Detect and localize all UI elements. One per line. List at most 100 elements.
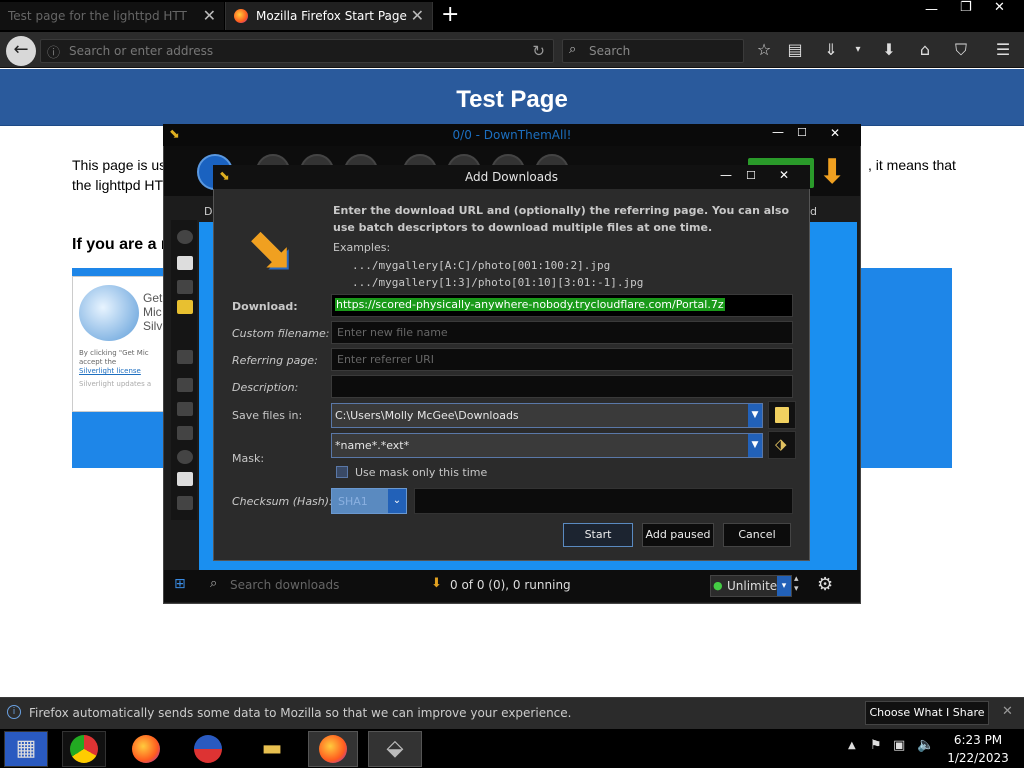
info-icon[interactable]: ⓘ: [47, 42, 60, 61]
check-icon: ●: [713, 579, 723, 592]
referrer-label: Referring page:: [232, 354, 318, 367]
silverlight-prompt[interactable]: Get Mic Silv By clicking "Get Mic accept…: [72, 276, 164, 412]
mask-once-label: Use mask only this time: [355, 466, 488, 479]
speed-limit-select[interactable]: ● Unlimited ▾: [710, 575, 792, 597]
folder-icon: [775, 407, 789, 423]
sidebar-icon[interactable]: [177, 230, 193, 244]
page-paragraph: This page is us: [72, 157, 167, 173]
silverlight-link[interactable]: Silverlight license: [79, 367, 151, 376]
browse-folder-button[interactable]: [768, 401, 796, 429]
close-icon[interactable]: ✕: [1002, 704, 1013, 719]
silverlight-text: Mic: [143, 305, 162, 319]
chevron-down-icon[interactable]: ⌄: [388, 489, 406, 513]
reading-list-icon[interactable]: ▤: [784, 39, 806, 61]
file-explorer-icon[interactable]: ▬: [250, 731, 294, 767]
mask-once-checkbox[interactable]: [336, 466, 348, 478]
choose-what-i-share-button[interactable]: Choose What I Share: [865, 701, 989, 725]
chevron-down-icon[interactable]: ▼: [748, 434, 762, 457]
pocket-icon[interactable]: ⛉: [950, 39, 972, 61]
home-icon[interactable]: ⌂: [914, 39, 936, 61]
download-status-icon: ⬇: [431, 576, 442, 591]
close-icon[interactable]: ✕: [779, 168, 789, 182]
sidebar-icon[interactable]: [177, 450, 193, 464]
volume-icon[interactable]: 🔈: [917, 737, 934, 753]
examples-label: Examples:: [333, 241, 391, 254]
windows-start-icon[interactable]: ▦: [4, 731, 48, 767]
referrer-field[interactable]: Enter referrer URI: [331, 348, 793, 371]
close-tab-icon[interactable]: ✕: [203, 6, 216, 25]
page-title: Test Page: [456, 86, 568, 113]
download-icon[interactable]: ⬇: [878, 39, 900, 61]
folder-icon[interactable]: [177, 300, 193, 314]
mask-tags-button[interactable]: ⬗: [768, 431, 796, 459]
sidebar-icon[interactable]: [177, 256, 193, 270]
network-icon[interactable]: ▣: [893, 738, 905, 753]
sidebar-icon[interactable]: [177, 280, 193, 294]
add-paused-button[interactable]: Add paused: [642, 523, 714, 547]
start-button[interactable]: Start: [563, 523, 633, 547]
sidebar-icon[interactable]: [177, 378, 193, 392]
save-path-value: C:\Users\Molly McGee\Downloads: [335, 409, 519, 422]
back-button[interactable]: ←: [6, 36, 36, 66]
checksum-field[interactable]: [414, 488, 793, 514]
obama-logo-icon[interactable]: [186, 731, 230, 767]
sidebar-icon[interactable]: [177, 426, 193, 440]
dta-download-arrow-icon[interactable]: ⬇: [818, 152, 847, 192]
flag-icon[interactable]: ⚑: [870, 738, 882, 753]
minimize-icon[interactable]: —: [925, 2, 938, 17]
notification-text: Firefox automatically sends some data to…: [29, 706, 572, 720]
download-url-field[interactable]: https://scored-physically-anywhere-nobod…: [331, 294, 793, 317]
close-window-icon[interactable]: ✕: [994, 0, 1005, 15]
page-paragraph: , it means that: [868, 157, 956, 173]
stepper-icon[interactable]: ▴ ▾: [794, 574, 799, 594]
dta-search-input[interactable]: Search downloads: [230, 578, 339, 592]
menu-icon[interactable]: ☰: [992, 39, 1014, 61]
clock-time[interactable]: 6:23 PM: [950, 733, 1006, 747]
tab-firefox-start[interactable]: Mozilla Firefox Start Page ✕: [225, 2, 433, 30]
minimize-icon[interactable]: —: [772, 125, 784, 139]
chevron-down-icon[interactable]: ▼: [748, 404, 762, 427]
clock-date[interactable]: 1/22/2023: [944, 751, 1012, 765]
search-bar[interactable]: ⌕ Search: [562, 39, 744, 63]
tab-test-page[interactable]: Test page for the lighttpd HTT ✕: [0, 2, 224, 30]
dta-titlebar: ⬊ 0/0 - DownThemAll! — ☐ ✕: [163, 124, 861, 146]
sidebar-icon[interactable]: [177, 402, 193, 416]
close-icon[interactable]: ✕: [830, 126, 840, 140]
reload-icon[interactable]: ↻: [532, 42, 545, 60]
address-input[interactable]: Search or enter address: [69, 44, 213, 58]
column-header[interactable]: d: [810, 205, 817, 218]
tray-chevron-icon[interactable]: ▲: [848, 740, 856, 751]
chevron-down-icon[interactable]: ▾: [777, 576, 791, 596]
firefox-icon[interactable]: [124, 731, 168, 767]
network-icon[interactable]: ⊞: [174, 576, 186, 592]
sidebar-icon[interactable]: [177, 350, 193, 364]
chrome-icon[interactable]: [62, 731, 106, 767]
downthemall-icon[interactable]: ⇓: [820, 39, 842, 61]
hash-type-select[interactable]: SHA1 ⌄: [331, 488, 407, 514]
column-header[interactable]: D: [204, 205, 212, 218]
cancel-button[interactable]: Cancel: [723, 523, 791, 547]
mask-value: *name*.*ext*: [335, 439, 410, 452]
sidebar-icon[interactable]: [177, 496, 193, 510]
description-field[interactable]: [331, 375, 793, 398]
maximize-icon[interactable]: ☐: [797, 126, 807, 139]
search-input[interactable]: Search: [589, 44, 630, 58]
save-path-select[interactable]: C:\Users\Molly McGee\Downloads ▼: [331, 403, 763, 428]
maximize-icon[interactable]: ☐: [746, 169, 756, 182]
gear-icon[interactable]: ⚙: [817, 574, 833, 595]
address-bar[interactable]: ⓘ Search or enter address ↻: [40, 39, 554, 63]
mask-select[interactable]: *name*.*ext* ▼: [331, 433, 763, 458]
bookmark-star-icon[interactable]: ☆: [753, 39, 775, 61]
filename-field[interactable]: Enter new file name: [331, 321, 793, 344]
dropdown-icon[interactable]: ▾: [847, 39, 869, 61]
new-tab-icon[interactable]: +: [441, 2, 459, 27]
firefox-taskbar-icon[interactable]: [308, 731, 358, 767]
search-icon: ⌕: [569, 42, 577, 57]
minimize-icon[interactable]: —: [720, 168, 732, 182]
sidebar-icon[interactable]: [177, 472, 193, 486]
filename-label: Custom filename:: [232, 327, 330, 340]
installer-icon[interactable]: ⬙: [368, 731, 422, 767]
search-icon: ⌕: [210, 576, 218, 591]
close-tab-icon[interactable]: ✕: [411, 6, 424, 25]
restore-icon[interactable]: ❐: [960, 0, 972, 15]
